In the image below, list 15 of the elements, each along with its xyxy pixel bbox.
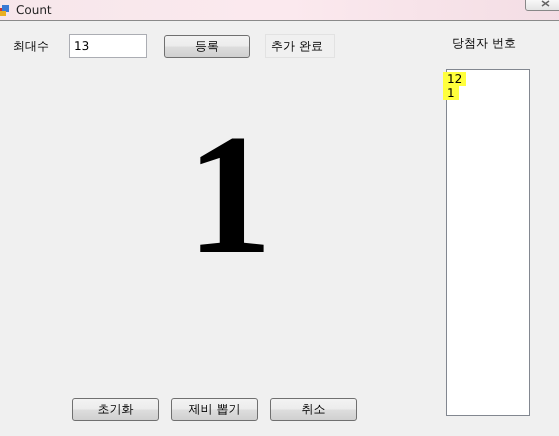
winner-item[interactable]: 1	[443, 86, 459, 100]
action-button[interactable]: 취소	[270, 398, 357, 421]
app-icon	[0, 3, 10, 17]
action-button[interactable]: 제비 뽑기	[171, 398, 258, 421]
close-icon	[540, 0, 550, 7]
action-button[interactable]: 초기화	[72, 398, 159, 421]
max-label: 최대수	[13, 38, 50, 54]
current-number: 1	[186, 130, 272, 260]
winners-title: 당첨자 번호	[452, 35, 517, 51]
max-input-field[interactable]: 13	[69, 34, 147, 58]
winners-listbox[interactable]: 12 1	[446, 69, 530, 416]
register-button[interactable]: 등록	[164, 34, 250, 58]
status-label: 추가 완료	[265, 34, 335, 58]
winner-item[interactable]: 12	[443, 72, 466, 86]
window-title: Count	[16, 3, 52, 17]
